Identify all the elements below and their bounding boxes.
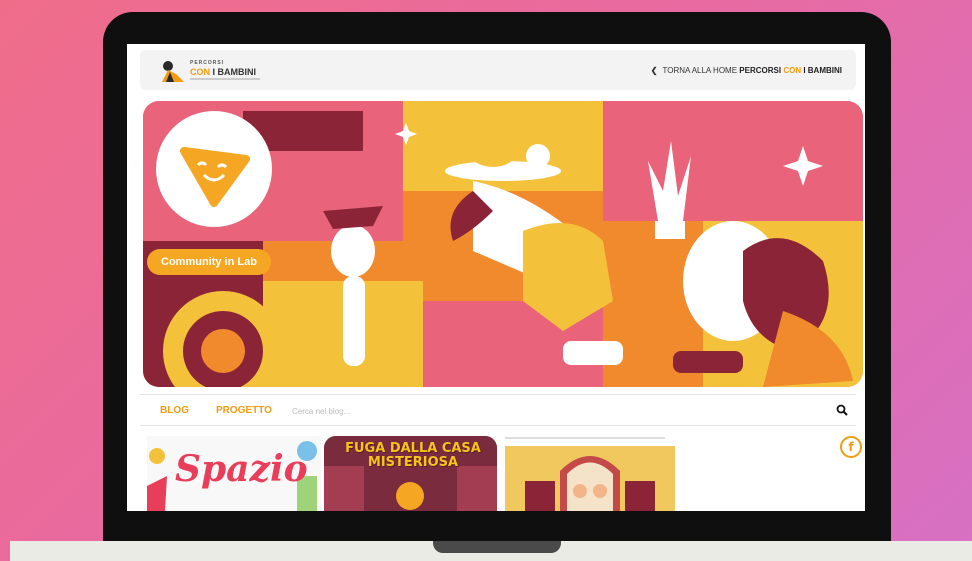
- logo-bambini: I BAMBINI: [212, 67, 257, 77]
- site-logo[interactable]: PERCORSI CON I BAMBINI: [160, 58, 270, 84]
- browser-screen: PERCORSI CON I BAMBINI ❮ TORNA ALLA HOME…: [127, 44, 865, 511]
- blog-post-card[interactable]: FUGA DALLA CASA MISTERIOSA: [324, 436, 497, 511]
- blog-post-card[interactable]: [505, 446, 675, 511]
- card-title: FUGA DALLA CASA MISTERIOSA: [345, 441, 481, 470]
- search-input[interactable]: [292, 402, 812, 420]
- smiling-triangle-icon: [180, 147, 250, 207]
- blog-navbar: BLOG PROGETTO: [140, 394, 856, 426]
- back-link-con: CON: [783, 66, 802, 75]
- card-divider: [505, 437, 665, 439]
- back-to-home-link[interactable]: ❮ TORNA ALLA HOME PERCORSI CON I BAMBINI: [651, 66, 842, 75]
- search-icon[interactable]: [836, 404, 848, 416]
- card-decoration: [505, 446, 675, 511]
- nav-blog[interactable]: BLOG: [160, 405, 189, 416]
- chevron-left-icon: ❮: [650, 66, 658, 75]
- community-in-lab-label: Community in Lab: [147, 249, 271, 275]
- hero-banner: Community in Lab: [143, 101, 863, 387]
- back-link-percorsi: PERCORSI: [739, 66, 782, 75]
- logo-wordmark: CON I BAMBINI: [190, 67, 256, 77]
- logo-percorsi: PERCORSI: [190, 60, 225, 66]
- nav-progetto[interactable]: PROGETTO: [216, 405, 272, 416]
- logo-mark-icon: [162, 61, 184, 82]
- logo-underline: [190, 78, 260, 80]
- site-header: PERCORSI CON I BAMBINI ❮ TORNA ALLA HOME…: [140, 50, 856, 90]
- logo-con: CON: [190, 67, 210, 77]
- card-title: Spazio: [175, 448, 308, 490]
- community-logo-badge: [156, 111, 272, 227]
- blog-post-card[interactable]: Spazio: [147, 436, 321, 511]
- laptop-notch: [433, 541, 561, 553]
- facebook-icon[interactable]: f: [840, 436, 862, 458]
- back-link-bambini: I BAMBINI: [803, 66, 842, 75]
- back-link-prefix: TORNA ALLA HOME: [662, 66, 738, 75]
